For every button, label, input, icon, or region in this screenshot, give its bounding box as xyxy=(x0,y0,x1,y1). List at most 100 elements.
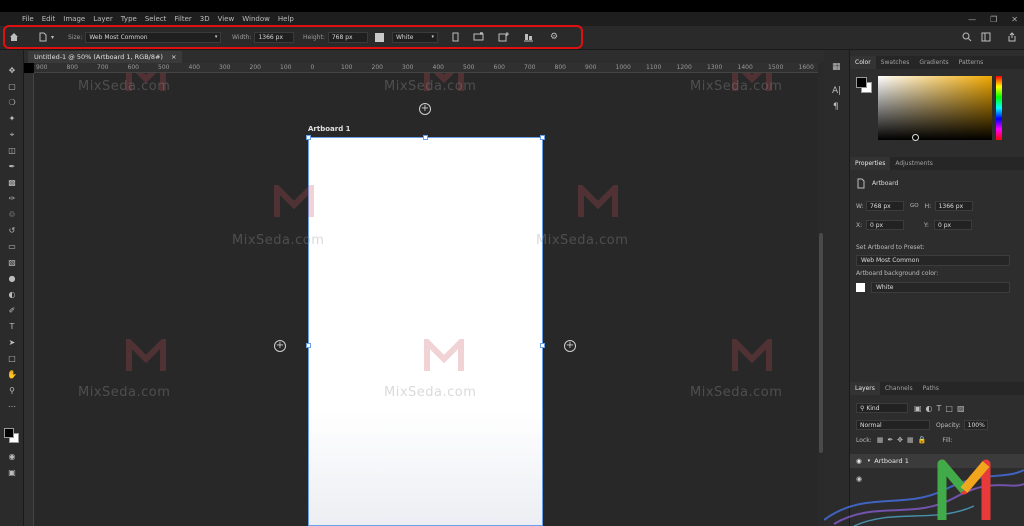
color-picker-handle[interactable] xyxy=(912,134,919,141)
more-tools-icon[interactable]: ⋯ xyxy=(6,402,18,412)
link-icon[interactable]: GO xyxy=(910,203,919,209)
paragraph-panel-icon[interactable]: ¶ xyxy=(833,102,839,112)
healing-brush-tool-icon[interactable]: ▩ xyxy=(6,178,18,188)
artboard-x-input[interactable]: 0 px xyxy=(866,220,904,230)
menu-edit[interactable]: Edit xyxy=(42,15,56,23)
menu-file[interactable]: File xyxy=(22,15,34,23)
add-artboard-left-button[interactable]: + xyxy=(274,340,286,352)
hue-slider[interactable] xyxy=(996,76,1002,140)
artboard-handle[interactable] xyxy=(423,135,428,140)
opacity-input[interactable]: 100% xyxy=(963,420,988,430)
ruler-tick: 900 xyxy=(585,64,597,71)
canvas-area[interactable]: Artboard 1 + + + MixSeda.com MixSeda.com… xyxy=(34,73,818,526)
artboard-bg-dropdown[interactable]: White xyxy=(871,282,1010,293)
add-artboard-top-button[interactable]: + xyxy=(419,103,431,115)
color-field[interactable] xyxy=(878,76,992,141)
gradient-tool-icon[interactable]: ▧ xyxy=(6,258,18,268)
scrollbar-thumb[interactable] xyxy=(819,233,823,453)
artboard-bg-swatch[interactable] xyxy=(856,283,865,292)
quick-mask-icon[interactable]: ◉ xyxy=(6,452,18,462)
ruler-tick: 1300 xyxy=(707,64,723,71)
artboard-handle[interactable] xyxy=(540,135,545,140)
move-tool-icon[interactable]: ✥ xyxy=(6,66,18,76)
lasso-tool-icon[interactable]: ❍ xyxy=(6,98,18,108)
layer-filter-dropdown[interactable]: ⚲ Kind xyxy=(856,403,908,413)
pen-tool-icon[interactable]: ✐ xyxy=(6,306,18,316)
foreground-swatch[interactable] xyxy=(856,77,867,88)
menu-bar: File Edit Image Layer Type Select Filter… xyxy=(0,12,1024,26)
menu-layer[interactable]: Layer xyxy=(93,15,113,23)
document-tab[interactable]: Untitled-1 @ 50% (Artboard 1, RGB/8#) × xyxy=(28,51,183,63)
artboard-height-input[interactable]: 1366 px xyxy=(934,201,973,211)
dodge-tool-icon[interactable]: ◐ xyxy=(6,290,18,300)
menu-view[interactable]: View xyxy=(218,15,235,23)
blur-tool-icon[interactable]: ● xyxy=(6,274,18,284)
close-window-icon[interactable]: ✕ xyxy=(1011,15,1018,24)
magic-wand-tool-icon[interactable]: ✦ xyxy=(6,114,18,124)
menu-filter[interactable]: Filter xyxy=(174,15,191,23)
ruler-tick: 800 xyxy=(554,64,566,71)
artboard-width-input[interactable]: 768 px xyxy=(866,201,904,211)
artboard-handle[interactable] xyxy=(540,343,545,348)
tab-patterns[interactable]: Patterns xyxy=(954,56,989,69)
tab-paths[interactable]: Paths xyxy=(918,382,944,395)
restore-icon[interactable]: ❐ xyxy=(990,15,997,24)
lock-icons[interactable]: ▦✒✥▦🔒 xyxy=(877,436,931,444)
marquee-tool-icon[interactable]: ▢ xyxy=(6,82,18,92)
workspace-icon[interactable] xyxy=(981,31,991,43)
stamp-tool-icon[interactable]: ♲ xyxy=(6,210,18,220)
menu-select[interactable]: Select xyxy=(145,15,167,23)
share-icon[interactable] xyxy=(1007,31,1017,43)
ruler-tick: 1500 xyxy=(768,64,784,71)
crop-tool-icon[interactable]: ⌖ xyxy=(6,130,18,140)
properties-position-row: X: 0 px Y: 0 px xyxy=(856,220,972,230)
type-tool-icon[interactable]: T xyxy=(6,322,18,332)
layer-filter-icons[interactable]: ▣◐T□▨ xyxy=(914,404,969,413)
watermark-logo xyxy=(274,185,314,217)
tab-swatches[interactable]: Swatches xyxy=(876,56,915,69)
vertical-ruler[interactable] xyxy=(24,73,34,526)
ruler-tick: 500 xyxy=(463,64,475,71)
artboard-handle[interactable] xyxy=(306,135,311,140)
tab-gradients[interactable]: Gradients xyxy=(914,56,953,69)
menu-help[interactable]: Help xyxy=(278,15,294,23)
eraser-tool-icon[interactable]: ▭ xyxy=(6,242,18,252)
artboard-label[interactable]: Artboard 1 xyxy=(308,125,351,133)
ruler-tick: 300 xyxy=(219,64,231,71)
layer-filter-row: ⚲ Kind ▣◐T□▨ xyxy=(856,403,969,413)
screen-mode-icon[interactable]: ▣ xyxy=(6,468,18,478)
brush-tool-icon[interactable]: ✑ xyxy=(6,194,18,204)
ruler-tick: 1600 xyxy=(798,64,814,71)
search-icon[interactable] xyxy=(962,31,972,43)
minimize-icon[interactable]: — xyxy=(968,15,976,24)
frame-tool-icon[interactable]: ◫ xyxy=(6,146,18,156)
artboard-y-input[interactable]: 0 px xyxy=(934,220,972,230)
menu-type[interactable]: Type xyxy=(121,15,137,23)
layer-blend-row: Normal Opacity: 100% xyxy=(856,420,988,430)
foreground-color-swatch[interactable] xyxy=(4,428,14,438)
tab-adjustments[interactable]: Adjustments xyxy=(890,157,938,170)
path-selection-tool-icon[interactable]: ➤ xyxy=(6,338,18,348)
tab-color[interactable]: Color xyxy=(850,56,876,69)
hand-tool-icon[interactable]: ✋ xyxy=(6,370,18,380)
menu-window[interactable]: Window xyxy=(242,15,270,23)
artboard-handle[interactable] xyxy=(306,343,311,348)
history-brush-tool-icon[interactable]: ↺ xyxy=(6,226,18,236)
tab-layers[interactable]: Layers xyxy=(850,382,880,395)
blend-mode-dropdown[interactable]: Normal xyxy=(856,420,930,430)
artboard[interactable] xyxy=(308,137,543,526)
history-panel-icon[interactable]: ▦ xyxy=(832,62,841,72)
tab-properties[interactable]: Properties xyxy=(850,157,891,170)
menu-image[interactable]: Image xyxy=(63,15,85,23)
tab-channels[interactable]: Channels xyxy=(880,382,918,395)
eyedropper-tool-icon[interactable]: ✒ xyxy=(6,162,18,172)
horizontal-ruler[interactable]: 900 800 700 600 500 400 300 200 100 0 100 200 300 400… xyxy=(34,63,818,73)
preset-dropdown[interactable]: Web Most Common xyxy=(856,255,1010,266)
menu-3d[interactable]: 3D xyxy=(200,15,210,23)
add-artboard-right-button[interactable]: + xyxy=(564,340,576,352)
character-panel-icon[interactable]: A| xyxy=(832,86,841,96)
zoom-tool-icon[interactable]: ⚲ xyxy=(6,386,18,396)
rectangle-tool-icon[interactable]: □ xyxy=(6,354,18,364)
close-tab-icon[interactable]: × xyxy=(171,53,176,61)
ruler-tick: 700 xyxy=(524,64,536,71)
